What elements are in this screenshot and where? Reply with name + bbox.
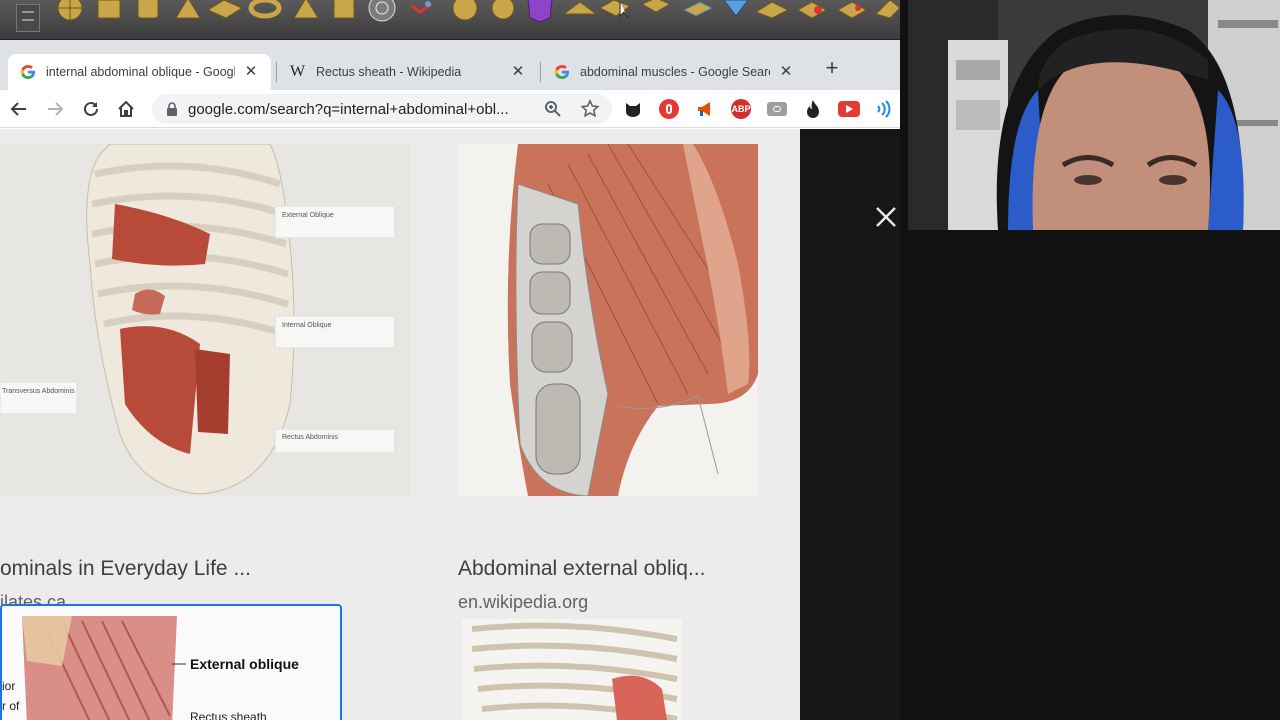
shape-tools (57, 0, 900, 23)
screen: internal abdominal oblique - Google ✕ W … (0, 0, 1280, 720)
tab-close-icon[interactable]: ✕ (778, 64, 794, 80)
red-circle-extension-icon[interactable] (659, 99, 679, 119)
torus-tool-icon (248, 0, 282, 19)
back-button[interactable] (6, 96, 32, 122)
torso-illustration: External Oblique Internal Oblique Rectus… (0, 144, 411, 496)
patch-tool-icon (754, 1, 790, 19)
result-image-3-selected[interactable]: External oblique Rectus sheath ior r of (0, 604, 342, 720)
new-tab-plus-icon[interactable]: + (821, 57, 843, 80)
tab-title: internal abdominal oblique - Google (46, 65, 235, 79)
url-text[interactable]: google.com/search?q=internal+abdominal+o… (188, 101, 509, 118)
browser-window: internal abdominal oblique - Google ✕ W … (0, 40, 900, 720)
tab-divider (276, 62, 277, 82)
result-image-1[interactable]: External Oblique Internal Oblique Rectus… (0, 144, 411, 496)
cylinder-tool-icon (137, 0, 159, 19)
audio-extension-icon[interactable] (873, 99, 893, 119)
box-alt-tool-icon (640, 0, 672, 13)
google-icon (20, 65, 35, 79)
app-toolbar (0, 0, 900, 40)
slab-tool-icon (682, 1, 714, 17)
webcam-overlay (908, 0, 1280, 230)
lock-icon (167, 102, 177, 116)
pyramid-tool-icon (293, 0, 319, 19)
tab-strip: internal abdominal oblique - Google ✕ W … (0, 40, 900, 90)
ribcage-illustration (462, 619, 682, 720)
tab-title: Rectus sheath - Wikipedia (316, 65, 462, 79)
google-icon (554, 65, 569, 79)
home-icon (118, 100, 134, 117)
geosphere-tool-icon (452, 0, 478, 21)
address-bar[interactable]: google.com/search?q=internal+abdominal+o… (152, 94, 612, 124)
result-image-2[interactable] (458, 144, 758, 496)
cat-extension-icon[interactable] (623, 99, 643, 119)
result-title-2[interactable]: Abdominal external obliq... (458, 557, 705, 581)
tab-close-icon[interactable]: ✕ (510, 64, 526, 80)
reload-icon (84, 101, 98, 116)
result-source-2[interactable]: en.wikipedia.org (458, 592, 588, 613)
extra-tool-icon (875, 0, 900, 19)
hedra-tool-icon (491, 0, 515, 20)
prism-tool-icon (723, 0, 749, 17)
reload-button[interactable] (78, 96, 104, 122)
page-content: External Oblique Internal Oblique Rectus… (0, 129, 900, 720)
tab-close-icon[interactable]: ✕ (243, 64, 259, 80)
arrow-left-icon (10, 102, 26, 116)
result-title-1[interactable]: ominals in Everyday Life ... (0, 557, 251, 581)
gem-tool-icon (527, 0, 553, 23)
tab-title: abdominal muscles - Google Search (580, 65, 770, 79)
home-button[interactable] (113, 96, 139, 122)
cast-extension-icon[interactable] (767, 102, 787, 116)
deform-tool-icon (411, 1, 433, 14)
settings-tool-icon (368, 0, 396, 22)
tab-rectus-sheath[interactable]: W Rectus sheath - Wikipedia ✕ (278, 54, 538, 90)
label-transversus-abdominis: Transversus Abdominis (2, 388, 75, 395)
stream-background (900, 230, 1280, 720)
label-partial-2: r of (2, 699, 20, 713)
label-partial-1: ior (2, 679, 15, 693)
wedge-tool-icon (562, 1, 598, 15)
arrow-right-icon (48, 102, 64, 116)
label-external-oblique: External Oblique (282, 212, 334, 219)
bookmark-star-icon[interactable] (580, 99, 600, 119)
webcam-person-image (908, 0, 1280, 230)
close-preview-icon[interactable] (872, 203, 900, 231)
image-results-grid: External Oblique Internal Oblique Rectus… (0, 129, 800, 720)
wikipedia-icon: W (290, 63, 306, 80)
oblique-diagram-illustration: External oblique Rectus sheath ior r of (2, 606, 340, 720)
label-internal-oblique: Internal Oblique (282, 322, 332, 329)
tab-divider (540, 62, 541, 82)
navigation-bar: google.com/search?q=internal+abdominal+o… (0, 90, 900, 128)
adblock-extension-icon[interactable]: ABP (731, 99, 751, 119)
box-tool-icon (97, 0, 121, 19)
megaphone-extension-icon[interactable] (695, 99, 715, 119)
label-rectus-abdominis: Rectus Abdominis (282, 434, 339, 441)
zoom-icon[interactable] (544, 100, 562, 118)
forward-button[interactable] (42, 96, 68, 122)
label-external-oblique: External oblique (190, 656, 299, 672)
label-rectus-sheath: Rectus sheath (190, 710, 267, 720)
plane-tool-icon (206, 0, 244, 19)
spring-tool-icon (836, 1, 868, 19)
cursor-tool-icon (598, 0, 632, 19)
spray-tool-icon (796, 1, 828, 19)
sphere-tool-icon (57, 0, 83, 21)
tab-abdominal-muscles[interactable]: abdominal muscles - Google Search ✕ (542, 54, 806, 90)
cone-tool-icon (175, 0, 201, 19)
result-image-4[interactable] (462, 619, 682, 720)
muscle-engraving-illustration (458, 144, 758, 496)
flame-extension-icon[interactable] (803, 99, 823, 119)
tube-tool-icon (333, 0, 355, 19)
youtube-extension-icon[interactable] (838, 101, 860, 117)
tab-internal-abdominal-oblique[interactable]: internal abdominal oblique - Google ✕ (8, 54, 271, 90)
